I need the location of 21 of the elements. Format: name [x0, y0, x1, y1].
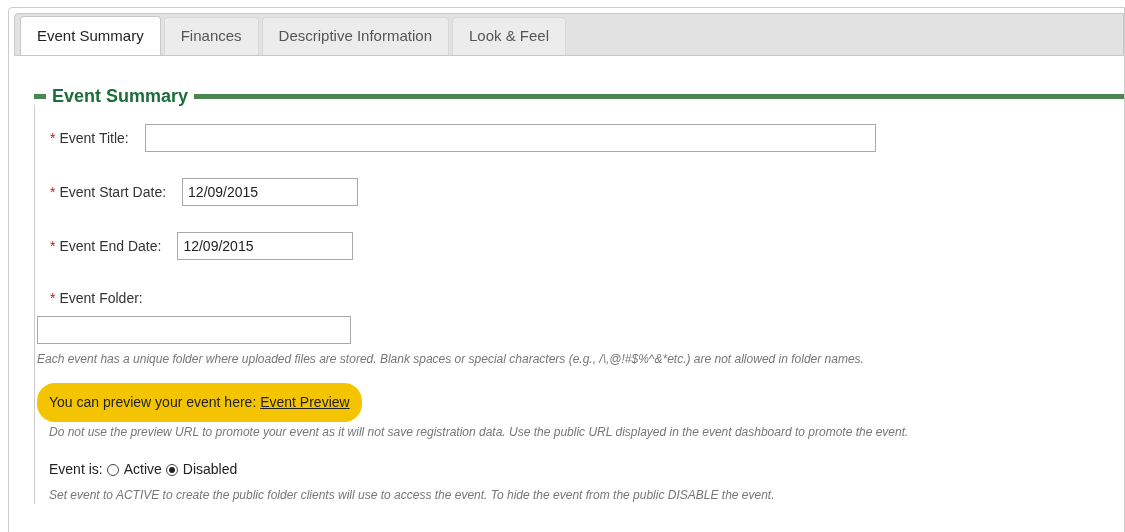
field-label: * Event Title: [50, 128, 129, 148]
help-text: Each event has a unique folder where uploaded files are stored. Blank spaces or special characters (e.g., /\,@!#$%^&*etc.) are not allowed in folder names. [37, 351, 865, 368]
field-label: * Event Start Date: [50, 182, 167, 202]
input-field[interactable] [144, 124, 876, 152]
tab[interactable]: Look & Feel [452, 17, 567, 55]
event-preview-link[interactable]: Event Preview [260, 394, 350, 410]
input-field[interactable] [37, 316, 351, 344]
preview-note: You can preview your event here: Event Preview [37, 383, 362, 422]
tab[interactable]: Event Summary [20, 16, 161, 55]
field-label: * Event End Date: [50, 236, 162, 256]
tab[interactable]: Descriptive Information [261, 17, 449, 55]
section-title: Event Summary [52, 84, 189, 108]
radio-option[interactable]: Disabled [165, 459, 238, 480]
field-label: * Event Folder: [50, 290, 143, 306]
tab[interactable]: Finances [163, 17, 259, 55]
input-field[interactable]: 12/09/2015 [177, 232, 354, 260]
help-text: Set event to ACTIVE to create the public folder clients will use to access the event. To hide the event from the public DISABLE the event. [48, 487, 776, 504]
help-text: Do not use the preview URL to promote your event as it will not save registration data. Use the public URL displayed in the event dashboard to promote the event. [48, 424, 910, 441]
input-field[interactable]: 12/09/2015 [182, 178, 359, 206]
radio-option[interactable]: Active [106, 459, 162, 480]
field-label: Event is: [49, 460, 103, 479]
